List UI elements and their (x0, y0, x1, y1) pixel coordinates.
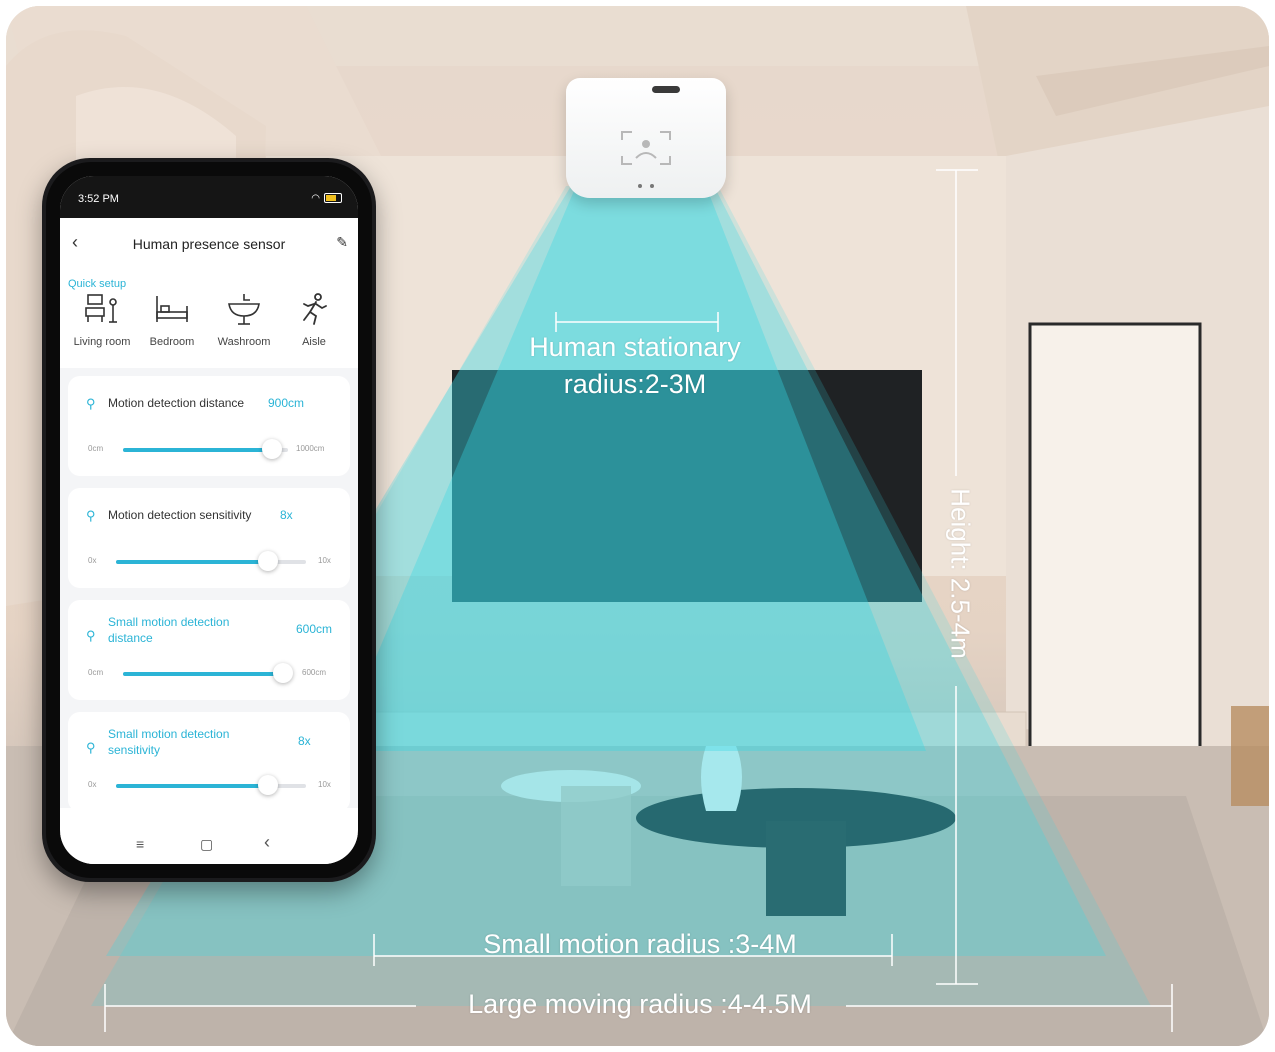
small-motion-sensitivity-slider[interactable] (116, 775, 306, 795)
small-motion-icon: ⚲ (86, 628, 96, 643)
slider-thumb[interactable] (273, 663, 293, 683)
quick-setup-label: Quick setup (68, 278, 127, 290)
small-motion-sensitivity-card: ⚲ Small motion detection sensitivity 8x … (68, 712, 350, 812)
nav-back-button[interactable]: ‹ (264, 832, 270, 853)
setting-title-line2: sensitivity (108, 743, 161, 757)
status-bar: 3:52 PM ◠ (60, 176, 358, 218)
quick-setup-label-washroom: Washroom (217, 336, 271, 348)
bed-icon (156, 296, 188, 322)
setting-value: 8x (298, 734, 311, 748)
small-motion-icon: ⚲ (86, 740, 96, 755)
small-motion-distance-slider[interactable] (123, 663, 293, 683)
setting-title-line2: distance (108, 631, 153, 645)
motion-sensitivity-slider[interactable] (116, 551, 306, 571)
menu-button[interactable]: ≡ (136, 836, 144, 852)
product-scene: Human stationary radius:2-3M Small motio… (0, 0, 1275, 1052)
setting-value: 600cm (296, 622, 333, 636)
usb-c-port (652, 86, 680, 93)
sensor-face-icon (621, 131, 671, 165)
slider-thumb[interactable] (261, 439, 282, 459)
quick-setup-aisle[interactable]: Aisle (278, 292, 350, 362)
stationary-radius-value: radius:2-3M (563, 369, 707, 399)
door (1028, 322, 1202, 751)
slider-max-label: 600cm (302, 668, 327, 677)
slider-min-label: 0cm (88, 444, 104, 453)
settings-list: ⚲ Motion detection distance 900cm 0cm 10… (60, 368, 358, 812)
setting-title: Motion detection distance (108, 396, 245, 410)
presence-sensor-device (566, 78, 726, 198)
setting-title-line1: Small motion detection (108, 615, 230, 629)
slider-fill (123, 672, 283, 676)
setting-title: Motion detection sensitivity (108, 508, 252, 522)
status-time: 3:52 PM (78, 193, 119, 205)
quick-setup-washroom[interactable]: Washroom (208, 292, 280, 362)
sink-icon (228, 294, 260, 325)
setting-value: 8x (280, 508, 293, 522)
system-nav-bar: ≡ ▢ ‹ (60, 832, 358, 864)
quick-setup-label-aisle: Aisle (302, 336, 326, 348)
wifi-icon: ◠ (311, 193, 320, 204)
phone-screen: 3:52 PM ◠ ‹ Human presence sensor ✎ Quic… (60, 176, 358, 864)
height-label: Height: 2.5-4m (945, 488, 976, 659)
slider-min-label: 0x (88, 780, 97, 789)
setting-title: Small motion detection distance (108, 614, 229, 646)
slider-fill (116, 560, 268, 564)
quick-setup-label-living-room: Living room (73, 336, 131, 348)
motion-icon: ⚲ (86, 508, 96, 523)
quick-setup-bedroom[interactable]: Bedroom (136, 292, 208, 362)
motion-distance-slider[interactable] (123, 439, 288, 459)
sensor-led (650, 184, 654, 188)
quick-setup-label-bedroom: Bedroom (149, 336, 195, 348)
slider-fill (123, 448, 272, 452)
home-button[interactable]: ▢ (200, 836, 213, 853)
slider-thumb[interactable] (258, 551, 278, 571)
sensor-led (638, 184, 642, 188)
motion-distance-card: ⚲ Motion detection distance 900cm 0cm 10… (68, 376, 350, 476)
quick-setup-living-room[interactable]: Living room (66, 292, 138, 362)
setting-title: Small motion detection sensitivity (108, 726, 229, 758)
motion-icon: ⚲ (86, 396, 96, 411)
slider-max-label: 10x (318, 780, 331, 789)
setting-value: 900cm (268, 396, 305, 410)
slider-min-label: 0x (88, 556, 97, 565)
large-moving-radius-label: Large moving radius :4-4.5M (468, 989, 812, 1019)
app-header: ‹ Human presence sensor ✎ (60, 218, 358, 268)
setting-title-line1: Small motion detection (108, 727, 230, 741)
edit-button[interactable]: ✎ (336, 234, 348, 251)
motion-sensitivity-card: ⚲ Motion detection sensitivity 8x 0x 10x (68, 488, 350, 588)
slider-thumb[interactable] (258, 775, 278, 795)
status-icons: ◠ (311, 193, 342, 204)
small-motion-distance-card: ⚲ Small motion detection distance 600cm … (68, 600, 350, 700)
smartphone: 3:52 PM ◠ ‹ Human presence sensor ✎ Quic… (42, 158, 376, 882)
slider-max-label: 10x (318, 556, 331, 565)
small-motion-radius-label: Small motion radius :3-4M (483, 929, 797, 959)
running-person-icon (303, 293, 327, 325)
slider-max-label: 1000cm (296, 444, 325, 453)
slider-fill (116, 784, 268, 788)
living-room-icon (85, 294, 117, 323)
page-title: Human presence sensor (132, 236, 286, 252)
slider-min-label: 0cm (88, 668, 104, 677)
stationary-radius-label: Human stationary (529, 332, 741, 362)
battery-icon (324, 193, 342, 204)
